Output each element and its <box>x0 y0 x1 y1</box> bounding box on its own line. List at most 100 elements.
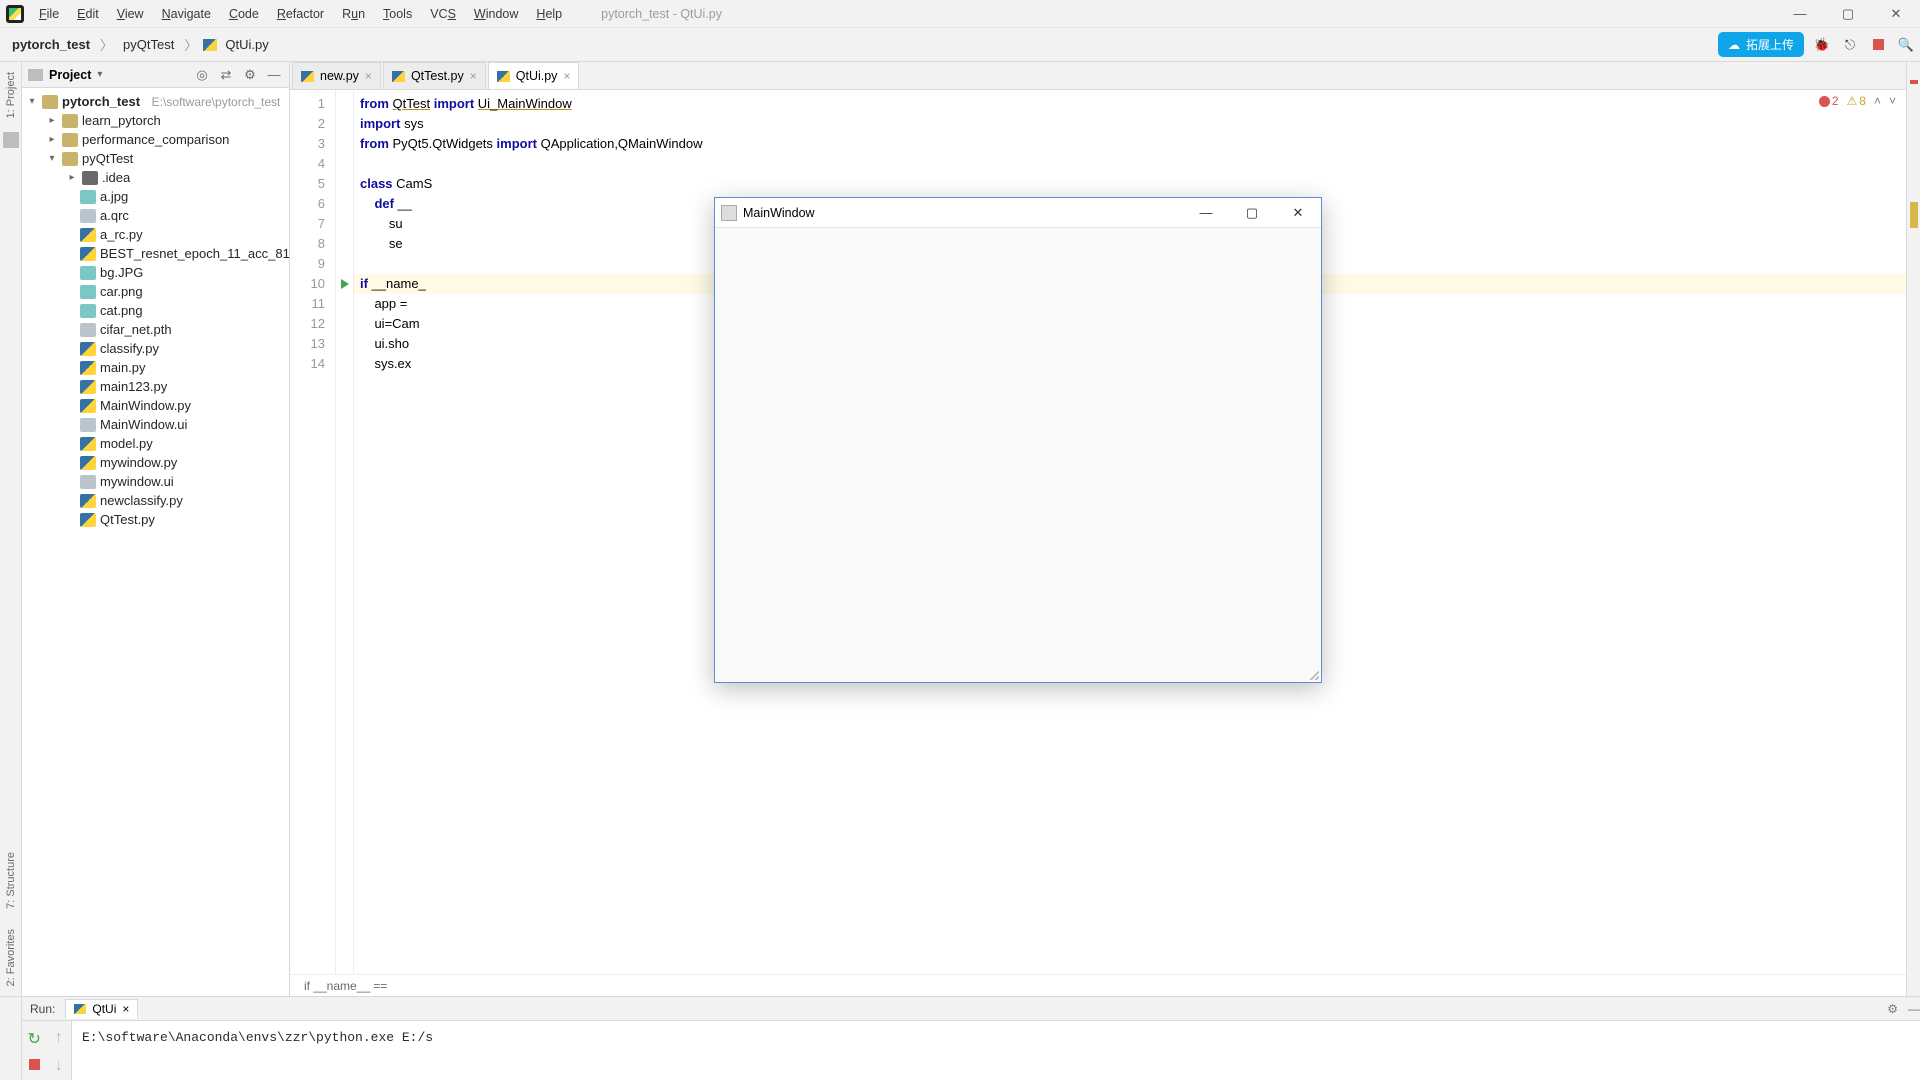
tree-folder[interactable]: learn_pytorch <box>82 113 161 128</box>
error-stripe[interactable] <box>1906 62 1920 996</box>
run-console-output[interactable]: E:\software\Anaconda\envs\zzr\python.exe… <box>72 1021 1920 1080</box>
qt-main-window[interactable]: MainWindow — ▢ ✕ <box>714 197 1322 683</box>
tree-file[interactable]: model.py <box>100 436 153 451</box>
tree-file[interactable]: mywindow.ui <box>100 474 174 489</box>
tree-root-path: E:\software\pytorch_test <box>152 95 281 109</box>
warning-count: 8 <box>1859 94 1866 108</box>
menu-file[interactable]: File <box>30 0 68 27</box>
qt-close-button[interactable]: ✕ <box>1275 205 1321 221</box>
close-icon[interactable]: × <box>470 69 477 83</box>
tree-file[interactable]: BEST_resnet_epoch_11_acc_81.2.p <box>100 246 289 261</box>
tree-file[interactable]: main.py <box>100 360 146 375</box>
project-collapse-icon[interactable]: ⇄ <box>217 67 235 83</box>
rerun-button[interactable]: ↻ <box>28 1029 41 1049</box>
run-hide-icon[interactable]: — <box>1908 1002 1920 1016</box>
tree-file[interactable]: a.qrc <box>100 208 129 223</box>
tree-file[interactable]: classify.py <box>100 341 159 356</box>
window-close-button[interactable]: ✕ <box>1872 0 1920 28</box>
breadcrumb-file[interactable]: QtUi.py <box>221 35 272 54</box>
tree-folder[interactable]: .idea <box>102 170 130 185</box>
tree-file[interactable]: a_rc.py <box>100 227 143 242</box>
main-split: 1: Project 7: Structure 2: Favorites Pro… <box>0 62 1920 996</box>
menu-run[interactable]: Run <box>333 0 374 27</box>
tab-label: new.py <box>320 69 359 83</box>
menu-refactor[interactable]: Refactor <box>268 0 333 27</box>
cloud-upload-pill[interactable]: ☁ 拓展上传 <box>1718 32 1804 57</box>
menu-navigate[interactable]: Navigate <box>153 0 220 27</box>
tree-file[interactable]: newclassify.py <box>100 493 183 508</box>
tree-file[interactable]: mywindow.py <box>100 455 177 470</box>
python-file-icon <box>203 39 217 51</box>
error-marker[interactable] <box>1910 80 1918 84</box>
chevron-down-icon[interactable]: ˅ <box>1889 94 1896 108</box>
down-icon[interactable]: ↓ <box>55 1057 63 1075</box>
menu-view[interactable]: View <box>108 0 153 27</box>
resize-grip-icon[interactable] <box>1307 668 1319 680</box>
menu-vcs[interactable]: VCS <box>421 0 465 27</box>
tree-file[interactable]: MainWindow.ui <box>100 417 187 432</box>
tree-file[interactable]: a.jpg <box>100 189 128 204</box>
project-locate-icon[interactable]: ◎ <box>193 67 211 83</box>
folder-icon <box>28 69 43 81</box>
project-hide-icon[interactable]: — <box>265 67 283 82</box>
tab-qtui-py[interactable]: QtUi.py× <box>488 62 580 89</box>
qt-client-area[interactable] <box>715 228 1321 682</box>
run-config-tab[interactable]: QtUi × <box>65 999 138 1019</box>
tab-qttest-py[interactable]: QtTest.py× <box>383 62 486 89</box>
tab-new-py[interactable]: new.py × <box>292 62 381 89</box>
chevron-up-icon[interactable]: ˄ <box>1874 94 1881 108</box>
run-gutter-icon[interactable] <box>341 279 349 289</box>
editor-area: new.py× QtTest.py× QtUi.py× 2 ⚠8 ˄ ˅ 123… <box>290 62 1906 996</box>
project-tree[interactable]: ▾ pytorch_test E:\software\pytorch_test … <box>22 88 289 996</box>
project-settings-icon[interactable]: ⚙ <box>241 67 259 83</box>
stripe-structure[interactable]: 7: Structure <box>3 842 19 919</box>
up-icon[interactable]: ↑ <box>55 1029 63 1047</box>
dropdown-icon[interactable]: ▾ <box>97 69 102 80</box>
stripe-project[interactable]: 1: Project <box>3 62 19 128</box>
qt-minimize-button[interactable]: — <box>1183 205 1229 220</box>
stripe-icon[interactable] <box>3 132 19 148</box>
qt-app-icon <box>721 205 737 221</box>
nav-attach-icon[interactable]: ⎋ <box>1839 34 1861 56</box>
menu-window[interactable]: Window <box>465 0 527 27</box>
tree-file[interactable]: cifar_net.pth <box>100 322 172 337</box>
breadcrumb-root[interactable]: pytorch_test <box>8 35 94 54</box>
close-icon[interactable]: × <box>365 69 372 83</box>
tree-file[interactable]: bg.JPG <box>100 265 143 280</box>
menu-code[interactable]: Code <box>220 0 268 27</box>
stop-button[interactable] <box>29 1059 40 1070</box>
tree-folder[interactable]: performance_comparison <box>82 132 229 147</box>
tree-root-name[interactable]: pytorch_test <box>62 94 140 109</box>
chevron-right-icon: 〉 <box>182 35 199 54</box>
qt-maximize-button[interactable]: ▢ <box>1229 205 1275 221</box>
tree-file[interactable]: main123.py <box>100 379 167 394</box>
close-icon[interactable]: × <box>563 69 570 83</box>
nav-stop-button[interactable] <box>1867 34 1889 56</box>
tree-file[interactable]: car.png <box>100 284 143 299</box>
qt-titlebar[interactable]: MainWindow — ▢ ✕ <box>715 198 1321 228</box>
window-minimize-button[interactable]: — <box>1776 0 1824 28</box>
warning-marker[interactable] <box>1910 202 1918 228</box>
tree-file[interactable]: MainWindow.py <box>100 398 191 413</box>
tree-file[interactable]: QtTest.py <box>100 512 155 527</box>
chevron-right-icon: 〉 <box>98 35 115 54</box>
window-maximize-button[interactable]: ▢ <box>1824 0 1872 28</box>
tree-folder[interactable]: pyQtTest <box>82 151 133 166</box>
close-icon[interactable]: × <box>122 1002 129 1016</box>
run-settings-icon[interactable]: ⚙ <box>1887 1002 1898 1016</box>
menu-edit[interactable]: Edit <box>68 0 108 27</box>
run-tool-window: Run: QtUi × ⚙ — ↻ ▤ 📌 🖶 🗑 <box>0 996 1920 1080</box>
run-tabs: Run: QtUi × ⚙ — <box>22 997 1920 1021</box>
project-tool-window: Project ▾ ◎ ⇄ ⚙ — ▾ pytorch_test E:\soft… <box>22 62 290 996</box>
nav-search-button[interactable]: 🔍 <box>1895 34 1917 56</box>
menu-tools[interactable]: Tools <box>374 0 421 27</box>
editor-context-breadcrumb[interactable]: if __name__ == <box>290 974 1906 996</box>
nav-bug-icon[interactable]: 🐞 <box>1811 34 1833 56</box>
tree-file[interactable]: cat.png <box>100 303 143 318</box>
breadcrumb-folder[interactable]: pyQtTest <box>119 35 178 54</box>
run-config-name: QtUi <box>92 1002 116 1016</box>
menu-help[interactable]: Help <box>527 0 571 27</box>
stripe-favorites[interactable]: 2: Favorites <box>3 919 19 996</box>
project-header-title[interactable]: Project <box>49 68 91 82</box>
inspection-widget[interactable]: 2 ⚠8 ˄ ˅ <box>1819 94 1896 108</box>
